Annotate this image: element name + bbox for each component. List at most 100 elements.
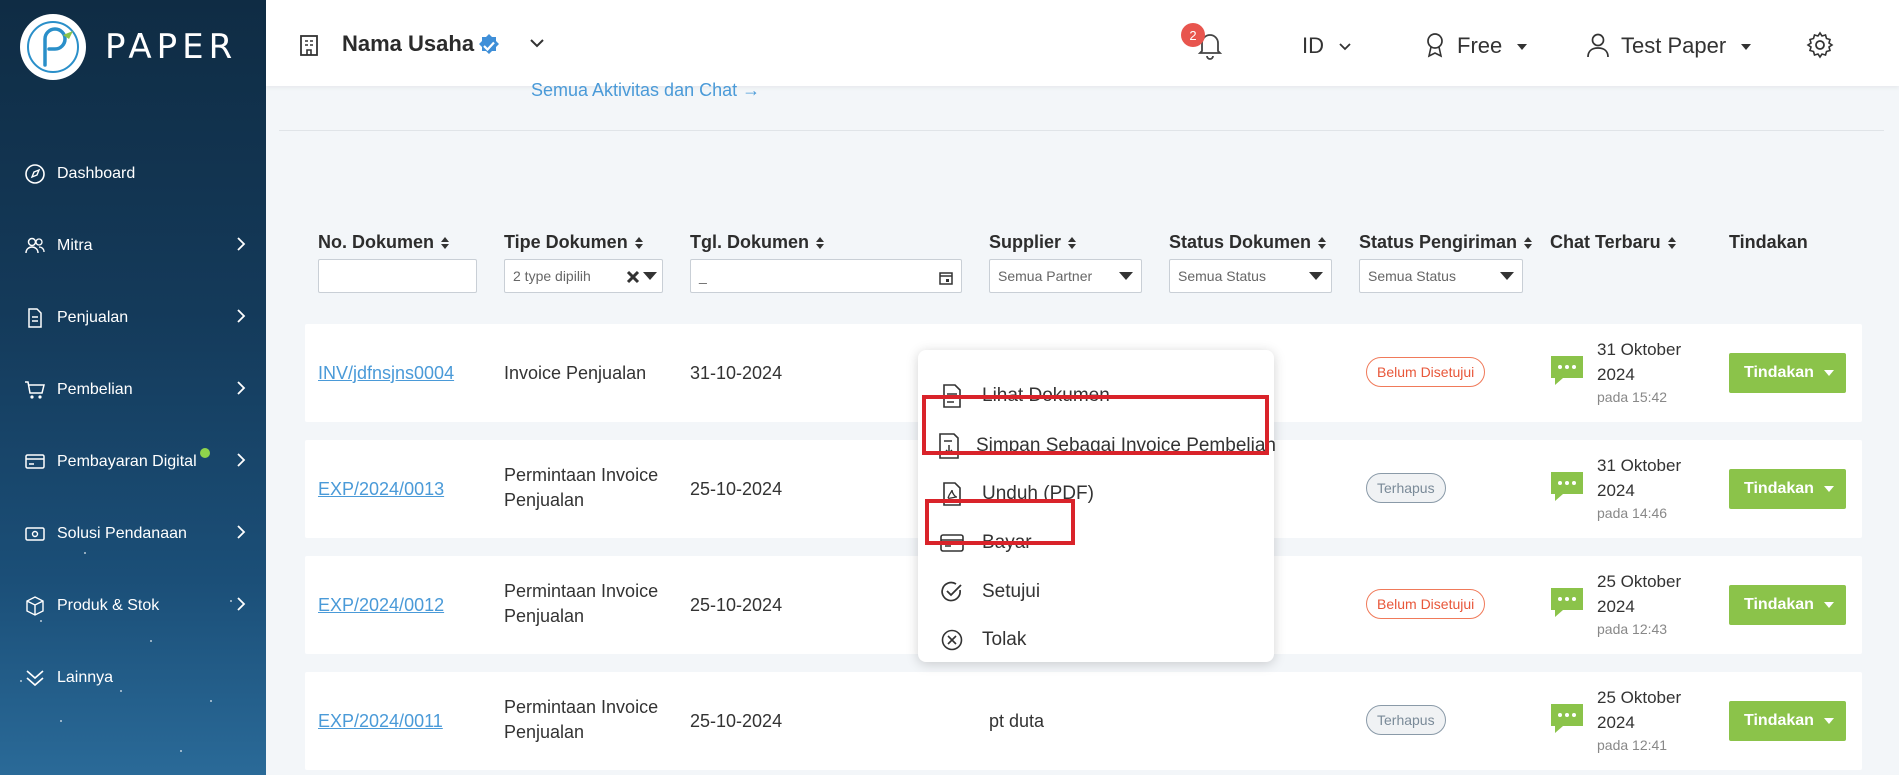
sidebar-item-label: Penjualan — [57, 309, 129, 326]
sidebar-star — [180, 750, 182, 752]
award-icon — [1427, 33, 1443, 58]
filter-value: Semua Partner — [998, 268, 1093, 284]
chat-date-line: 2024 — [1597, 597, 1635, 616]
col-chat-terbaru[interactable]: Chat Terbaru — [1550, 232, 1677, 253]
chat-icon[interactable] — [1549, 354, 1585, 388]
caret-down-icon — [1823, 718, 1834, 724]
new-feature-dot — [200, 448, 210, 458]
gear-icon[interactable] — [1806, 31, 1834, 59]
sidebar-item-label: Pembelian — [57, 381, 133, 398]
chat-date-line: 31 Oktober — [1597, 456, 1682, 475]
status-pengiriman-filter[interactable]: Semua Status — [1359, 259, 1523, 293]
calendar-icon[interactable] — [939, 271, 953, 285]
user-name: Test Paper — [1621, 33, 1727, 58]
dropdown-arrow-icon — [1500, 272, 1514, 280]
tipe-dokumen-filter[interactable]: 2 type dipilih — [504, 259, 663, 293]
document-type-line: Penjualan — [504, 490, 585, 510]
chat-date-line: 2024 — [1597, 713, 1635, 732]
filter-value: Semua Status — [1368, 268, 1456, 284]
col-status-dokumen[interactable]: Status Dokumen — [1169, 232, 1327, 253]
chevron-right-icon — [237, 237, 246, 251]
top-header: Nama Usaha 2 ID Free Test Paper — [266, 0, 1899, 86]
clear-icon[interactable] — [626, 270, 640, 284]
chat-date-line: 25 Oktober — [1597, 688, 1682, 707]
tgl-dokumen-filter[interactable]: _ — [690, 259, 962, 293]
document-number-link[interactable]: EXP/2024/0013 — [318, 477, 444, 502]
sidebar-item-lainnya[interactable]: Lainnya — [0, 642, 266, 714]
chevron-down-icon[interactable] — [528, 37, 546, 49]
sidebar-item-dashboard[interactable]: Dashboard — [0, 138, 266, 210]
tindakan-button[interactable]: Tindakan — [1729, 701, 1846, 741]
chat-icon[interactable] — [1549, 586, 1585, 620]
reject-icon — [938, 626, 966, 654]
menu-item-tolak[interactable]: Tolak — [918, 620, 1274, 660]
menu-item-label: Setujui — [982, 581, 1041, 602]
sort-icon — [634, 237, 643, 250]
sidebar-star — [60, 720, 62, 722]
sidebar-item-solusi-pendanaan[interactable]: Solusi Pendanaan — [0, 498, 266, 570]
chat-time: pada 12:41 — [1597, 737, 1668, 753]
no-dokumen-filter-input[interactable] — [318, 259, 477, 293]
document-type: Permintaan Invoice Penjualan — [504, 579, 658, 629]
filter-value: Semua Status — [1178, 268, 1266, 284]
sidebar-item-penjualan[interactable]: Penjualan — [0, 282, 266, 354]
sort-icon — [441, 237, 450, 250]
chat-date-line: 2024 — [1597, 365, 1635, 384]
business-name[interactable]: Nama Usaha — [342, 31, 474, 57]
column-label: Supplier — [989, 232, 1062, 252]
column-label: Chat Terbaru — [1550, 232, 1661, 252]
sidebar-item-produk-stok[interactable]: Produk & Stok — [0, 570, 266, 642]
document-number-link[interactable]: INV/jdfnsjns0004 — [318, 361, 454, 386]
supplier-name: pt duta — [989, 711, 1045, 731]
sidebar-item-label: Produk & Stok — [57, 597, 160, 614]
sidebar-item-label: Solusi Pendanaan — [57, 525, 187, 542]
plan-selector[interactable]: Free — [1457, 33, 1528, 59]
sidebar-item-label: Dashboard — [57, 165, 136, 182]
sidebar-item-label: Lainnya — [57, 669, 114, 686]
col-tgl-dokumen[interactable]: Tgl. Dokumen — [690, 232, 825, 253]
filter-value: _ — [699, 268, 707, 284]
button-label: Tindakan — [1744, 364, 1814, 381]
brand-logo[interactable]: PAPER — [20, 14, 237, 80]
document-date: 25-10-2024 — [690, 479, 783, 499]
tindakan-button[interactable]: Tindakan — [1729, 585, 1846, 625]
sidebar-item-mitra[interactable]: Mitra — [0, 210, 266, 282]
button-label: Tindakan — [1744, 596, 1814, 613]
chat-timestamp: 31 Oktober 2024 pada 14:46 — [1597, 453, 1681, 523]
menu-item-label: Tolak — [982, 629, 1027, 650]
user-menu[interactable]: Test Paper — [1621, 33, 1752, 59]
user-icon — [1587, 33, 1609, 58]
supplier-filter[interactable]: Semua Partner — [989, 259, 1142, 293]
sidebar-item-pembelian[interactable]: Pembelian — [0, 354, 266, 426]
chat-icon[interactable] — [1549, 470, 1585, 504]
document-date: 25-10-2024 — [690, 711, 783, 731]
language-selector[interactable]: ID — [1302, 33, 1352, 59]
document-type-line: Penjualan — [504, 606, 585, 626]
tindakan-button[interactable]: Tindakan — [1729, 469, 1846, 509]
chat-time: pada 14:46 — [1597, 505, 1668, 521]
col-no-dokumen[interactable]: No. Dokumen — [318, 232, 450, 253]
approve-icon — [938, 578, 966, 606]
col-status-pengiriman[interactable]: Status Pengiriman — [1359, 232, 1533, 253]
chat-icon[interactable] — [1549, 702, 1585, 736]
caret-down-icon — [1823, 602, 1834, 608]
chat-timestamp: 25 Oktober 2024 pada 12:41 — [1597, 685, 1681, 755]
menu-item-setujui[interactable]: Setujui — [918, 572, 1274, 612]
more-icon — [23, 666, 47, 690]
tindakan-button[interactable]: Tindakan — [1729, 353, 1846, 393]
document-number-link[interactable]: EXP/2024/0012 — [318, 593, 444, 618]
document-type-line: Permintaan Invoice — [504, 697, 659, 717]
document-type-line: Permintaan Invoice — [504, 465, 659, 485]
document-type-line: Penjualan — [504, 722, 585, 742]
col-tipe-dokumen[interactable]: Tipe Dokumen — [504, 232, 644, 253]
status-badge: Belum Disetujui — [1366, 589, 1486, 619]
document-number-link[interactable]: EXP/2024/0011 — [318, 709, 443, 734]
notification-badge: 2 — [1181, 23, 1205, 47]
highlight-simpan-invoice — [922, 395, 1269, 455]
chevron-right-icon — [237, 381, 246, 395]
status-dokumen-filter[interactable]: Semua Status — [1169, 259, 1332, 293]
dropdown-arrow-icon — [643, 272, 657, 280]
sidebar-item-pembayaran-digital[interactable]: Pembayaran Digital — [0, 426, 266, 498]
all-activity-link[interactable]: Semua Aktivitas dan Chat → — [531, 80, 760, 101]
col-supplier[interactable]: Supplier — [989, 232, 1077, 253]
